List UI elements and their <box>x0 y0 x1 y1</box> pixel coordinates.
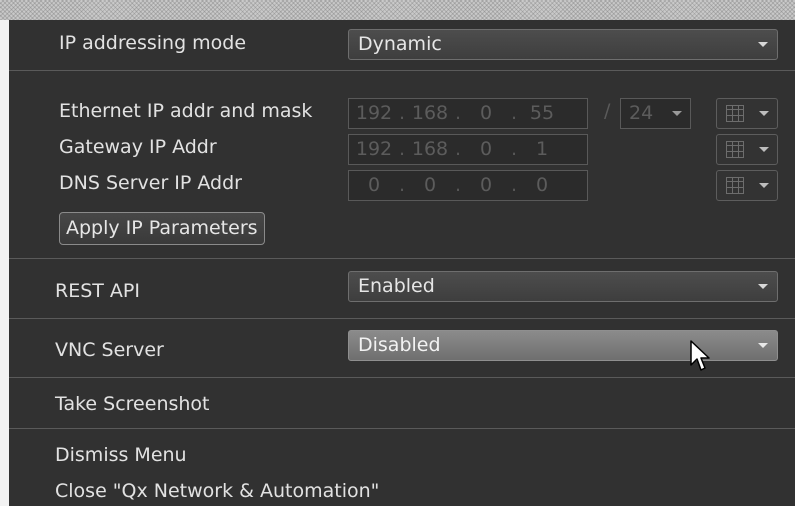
vnc-server-dropdown[interactable]: Disabled <box>348 330 778 361</box>
gateway-label: Gateway IP Addr <box>59 136 217 158</box>
ip-octet: 1 <box>535 138 549 160</box>
chevron-down-icon <box>672 111 682 116</box>
dns-label: DNS Server IP Addr <box>59 172 242 194</box>
ethernet-keypad-button[interactable] <box>716 98 778 129</box>
chevron-down-icon <box>758 284 768 289</box>
ip-octet: 0 <box>367 174 381 196</box>
rest-api-dropdown[interactable]: Enabled <box>348 271 778 302</box>
keypad-icon <box>726 141 744 158</box>
octet-dot: . <box>510 102 518 124</box>
chevron-down-icon <box>759 183 769 188</box>
ip-octet: 0 <box>479 102 493 124</box>
divider <box>9 428 795 429</box>
vnc-server-label: VNC Server <box>55 339 164 361</box>
chevron-down-icon <box>758 343 768 348</box>
ip-octet: 0 <box>423 174 437 196</box>
octet-dot: . <box>454 138 462 160</box>
octet-dot: . <box>454 174 462 196</box>
ip-mode-dropdown[interactable]: Dynamic <box>348 29 778 60</box>
close-menu-item[interactable]: Close "Qx Network & Automation" <box>55 480 379 502</box>
divider <box>9 318 795 319</box>
dns-keypad-button[interactable] <box>716 170 778 201</box>
ip-octet: 55 <box>529 102 555 124</box>
mask-dropdown[interactable]: 24 <box>620 98 691 129</box>
network-menu-panel: IP addressing mode Dynamic Ethernet IP a… <box>9 20 795 506</box>
chevron-down-icon <box>759 111 769 116</box>
ip-octet: 168 <box>411 138 449 160</box>
ip-octet: 192 <box>355 102 393 124</box>
mask-slash: / <box>604 100 611 122</box>
mouse-cursor-icon <box>690 340 710 371</box>
chevron-down-icon <box>759 147 769 152</box>
ethernet-ip-field[interactable]: 192 . 168 . 0 . 55 <box>348 98 588 129</box>
rest-api-label: REST API <box>55 280 140 302</box>
apply-ip-parameters-button[interactable]: Apply IP Parameters <box>59 212 265 245</box>
ip-octet: 192 <box>355 138 393 160</box>
keypad-icon <box>726 105 744 122</box>
ip-octet: 0 <box>479 174 493 196</box>
dns-ip-field[interactable]: 0 . 0 . 0 . 0 <box>348 170 588 201</box>
take-screenshot-item[interactable]: Take Screenshot <box>55 393 210 415</box>
vnc-server-value: Disabled <box>358 334 441 356</box>
background-pattern <box>0 0 795 20</box>
divider <box>9 258 795 259</box>
octet-dot: . <box>398 174 406 196</box>
octet-dot: . <box>454 102 462 124</box>
gateway-keypad-button[interactable] <box>716 134 778 165</box>
octet-dot: . <box>510 174 518 196</box>
ip-octet: 0 <box>535 174 549 196</box>
ip-mode-value: Dynamic <box>358 33 442 55</box>
divider <box>9 377 795 378</box>
chevron-down-icon <box>758 42 768 47</box>
dismiss-menu-item[interactable]: Dismiss Menu <box>55 444 187 466</box>
ip-octet: 168 <box>411 102 449 124</box>
octet-dot: . <box>398 102 406 124</box>
divider <box>9 70 795 71</box>
keypad-icon <box>726 177 744 194</box>
ip-octet: 0 <box>479 138 493 160</box>
gateway-ip-field[interactable]: 192 . 168 . 0 . 1 <box>348 134 588 165</box>
ethernet-label: Ethernet IP addr and mask <box>59 100 313 122</box>
rest-api-value: Enabled <box>358 275 435 297</box>
mask-value: 24 <box>629 102 654 124</box>
octet-dot: . <box>510 138 518 160</box>
ip-mode-label: IP addressing mode <box>59 32 247 54</box>
octet-dot: . <box>398 138 406 160</box>
